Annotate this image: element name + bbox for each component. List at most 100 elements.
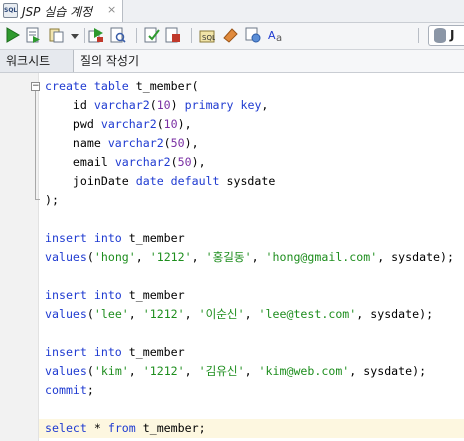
code-token: id (45, 98, 94, 112)
code-token: ); (45, 193, 59, 207)
fold-guide (35, 91, 36, 199)
toolbar-separator (84, 28, 85, 43)
code-token: ( (156, 117, 164, 131)
text-case-icon[interactable]: A a (268, 27, 286, 43)
code-line: insert into t_member (45, 343, 185, 362)
database-icon (434, 28, 446, 43)
code-token: insert into (45, 345, 122, 359)
code-token: '1212' (149, 250, 192, 264)
code-token: , sysdate); (349, 364, 427, 378)
code-token: varchar2 (100, 117, 157, 131)
code-line: values('hong', '1212', '홍길동', 'hong@gmai… (45, 248, 454, 267)
code-token: values (45, 250, 87, 264)
code-token: 10 (163, 117, 178, 131)
code-token: 'lee' (93, 307, 129, 321)
fold-guide-end (35, 199, 40, 200)
code-token: 10 (156, 98, 171, 112)
clear-icon[interactable]: SQL (199, 27, 215, 43)
code-token: ), (177, 117, 192, 131)
toolbar-separator (191, 28, 192, 43)
code-token: , (261, 98, 269, 112)
code-token: 'hong' (93, 250, 136, 264)
commit-icon[interactable] (49, 27, 65, 43)
document-tab-title: JSP 실습 계정 (22, 5, 93, 19)
sql-editor[interactable]: − create table t_member( id varchar2(10)… (0, 73, 464, 441)
code-line: values('lee', '1212', '이순신', 'lee@test.c… (45, 305, 433, 324)
code-token: commit (45, 383, 87, 397)
code-token: ), (191, 155, 206, 169)
code-token: , (184, 364, 199, 378)
svg-text:A: A (268, 29, 276, 42)
code-line: ); (45, 191, 59, 210)
worksheet-document-tab[interactable]: SQL JSP 실습 계정 × (0, 0, 123, 22)
code-token: ; (86, 383, 94, 397)
autotrace-icon[interactable] (144, 27, 160, 43)
code-token: , (244, 307, 259, 321)
code-token: joinDate (45, 174, 136, 188)
code-token: t_member( (128, 79, 199, 93)
code-line: select * from t_member; (45, 419, 206, 438)
code-token: ), (184, 136, 199, 150)
code-token: , (184, 307, 199, 321)
code-token: 'kim' (93, 364, 129, 378)
code-token: ( (86, 364, 94, 378)
code-token: , (244, 364, 259, 378)
code-token: '이순신' (198, 307, 245, 321)
code-token: primary key (184, 98, 262, 112)
code-token: t_member (121, 288, 185, 302)
code-token: , (128, 364, 143, 378)
code-token: insert into (45, 231, 122, 245)
code-token: sysdate (219, 174, 276, 188)
code-token: 'lee@test.com' (258, 307, 357, 321)
dropdown-arrow-icon[interactable] (70, 27, 80, 43)
code-token: 'kim@web.com' (258, 364, 350, 378)
code-line: values('kim', '1212', '김유신', 'kim@web.co… (45, 362, 426, 381)
code-fold-toggle[interactable]: − (31, 82, 40, 91)
code-token: 'hong@gmail.com' (265, 250, 378, 264)
editor-subtabs: 워크시트 질의 작성기 (0, 50, 464, 73)
code-line: create table t_member( (45, 77, 199, 96)
code-token: '1212' (142, 364, 185, 378)
code-line: email varchar2(50), (45, 153, 206, 172)
format-icon[interactable] (245, 27, 261, 43)
explain-plan-icon[interactable] (110, 27, 126, 43)
code-line: id varchar2(10) primary key, (45, 96, 269, 115)
code-token: , (128, 307, 143, 321)
code-token: email (45, 155, 115, 169)
svg-text:SQL: SQL (202, 34, 215, 42)
connection-label: J (450, 28, 455, 42)
code-line: insert into t_member (45, 229, 185, 248)
run-statement-icon[interactable] (4, 27, 20, 43)
code-token: '김유신' (198, 364, 245, 378)
tab-query-builder[interactable]: 질의 작성기 (74, 50, 164, 72)
code-token: date default (135, 174, 220, 188)
code-token: , (251, 250, 266, 264)
code-token: , (135, 250, 150, 264)
close-tab-icon[interactable]: × (107, 3, 116, 16)
code-token: ( (163, 136, 171, 150)
code-token: ) (170, 98, 185, 112)
run-script-icon[interactable] (25, 27, 41, 43)
tuning-icon[interactable] (222, 27, 238, 43)
code-token: t_member (121, 231, 185, 245)
code-token: ( (86, 307, 94, 321)
code-token: ( (149, 98, 157, 112)
connection-selector[interactable]: J (428, 25, 464, 46)
code-token: 50 (177, 155, 192, 169)
code-token: name (45, 136, 108, 150)
code-token: varchar2 (114, 155, 171, 169)
code-token: ( (86, 250, 94, 264)
code-line: insert into t_member (45, 286, 185, 305)
code-token: t_member (121, 345, 185, 359)
code-token: , sysdate); (377, 250, 454, 264)
worksheet-toolbar: SQL A a J (0, 23, 464, 50)
sql-history-icon[interactable] (165, 27, 181, 43)
code-token: select (45, 421, 87, 435)
code-token: varchar2 (93, 98, 150, 112)
code-token: t_member; (135, 421, 206, 435)
code-line: commit; (45, 381, 94, 400)
rollback-icon[interactable] (88, 27, 104, 43)
tab-worksheet[interactable]: 워크시트 (0, 50, 74, 72)
code-token: values (45, 307, 87, 321)
code-token: values (45, 364, 87, 378)
